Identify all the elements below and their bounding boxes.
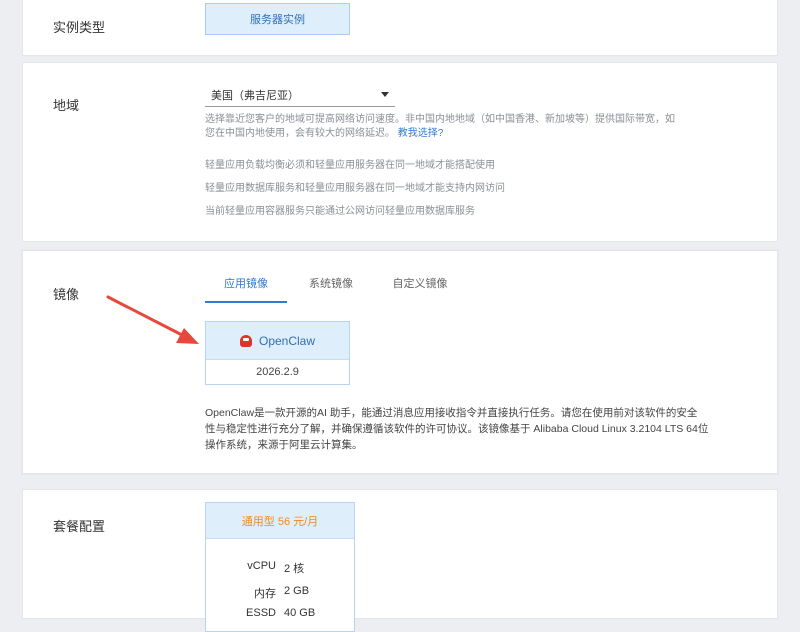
region-hint-load-balancer: 轻量应用负载均衡必须和轻量应用服务器在同一地域才能搭配使用 bbox=[205, 160, 495, 171]
instance-type-option-server[interactable]: 服务器实例 bbox=[205, 3, 350, 35]
region-hint-line-2-text: 您在中国内地使用，会有较大的网络延迟。 bbox=[205, 128, 395, 139]
spec-key: 内存 bbox=[254, 588, 276, 600]
spec-value: 2 核 bbox=[284, 563, 305, 575]
tab-app-image[interactable]: 应用镜像 bbox=[205, 273, 287, 303]
image-version-select[interactable]: 2026.2.9 bbox=[206, 360, 349, 384]
region-selected-value: 美国（弗吉尼亚） bbox=[211, 89, 299, 102]
image-card-header: OpenClaw bbox=[206, 322, 349, 360]
spec-key: ESSD bbox=[246, 607, 276, 619]
region-hint-line-2: 您在中国内地使用，会有较大的网络延迟。 教我选择? bbox=[205, 127, 775, 141]
region-label: 地域 bbox=[53, 98, 80, 113]
spec-row: 内存 2 GB bbox=[206, 585, 356, 601]
image-description-line-3: 操作系统，来源于阿里云计算集。 bbox=[205, 439, 363, 451]
spec-value: 2 GB bbox=[284, 585, 310, 597]
openclaw-logo-icon bbox=[239, 334, 252, 347]
tab-system-image[interactable]: 系统镜像 bbox=[305, 273, 357, 303]
region-hint-latency: 选择靠近您客户的地域可提高网络访问速度。非中国内地地域（如中国香港、新加坡等）提… bbox=[205, 113, 775, 141]
chevron-down-icon bbox=[381, 92, 389, 97]
tab-custom-image[interactable]: 自定义镜像 bbox=[389, 273, 451, 303]
region-section: 地域 美国（弗吉尼亚） 选择靠近您客户的地域可提高网络访问速度。非中国内地地域（… bbox=[22, 62, 778, 242]
package-label: 套餐配置 bbox=[53, 519, 106, 534]
spec-key: vCPU bbox=[247, 560, 276, 572]
spec-row: ESSD 40 GB bbox=[206, 607, 356, 619]
image-description-line-1: OpenClaw是一款开源的AI 助手，能通过消息应用接收指令并直接执行任务。请… bbox=[205, 407, 698, 419]
image-description-line-2: 性与稳定性进行充分了解，并确保遵循该软件的许可协议。该镜像基于 Alibaba … bbox=[205, 423, 709, 435]
package-card[interactable]: 通用型 56 元/月 vCPU 2 核 内存 2 GB ESSD 40 GB bbox=[205, 502, 355, 632]
image-card-name: OpenClaw bbox=[258, 333, 316, 348]
region-hint-database: 轻量应用数据库服务和轻量应用服务器在同一地域才能支持内网访问 bbox=[205, 183, 505, 194]
spec-row: vCPU 2 核 bbox=[206, 560, 356, 576]
instance-type-label: 实例类型 bbox=[53, 20, 106, 35]
region-hint-line-1: 选择靠近您客户的地域可提高网络访问速度。非中国内地地域（如中国香港、新加坡等）提… bbox=[205, 114, 675, 125]
package-name: 通用型 56 元/月 bbox=[206, 503, 354, 539]
region-hint-container: 当前轻量应用容器服务只能通过公网访问轻量应用数据库服务 bbox=[205, 206, 475, 217]
instance-type-section: 实例类型 服务器实例 bbox=[22, 0, 778, 56]
help-me-choose-link[interactable]: 教我选择? bbox=[398, 128, 444, 139]
openclaw-image-card[interactable]: OpenClaw 2026.2.9 bbox=[205, 321, 350, 385]
image-description: OpenClaw是一款开源的AI 助手，能通过消息应用接收指令并直接执行任务。请… bbox=[205, 405, 765, 453]
region-select[interactable]: 美国（弗吉尼亚） bbox=[205, 83, 395, 107]
image-label: 镜像 bbox=[53, 287, 80, 302]
spec-value: 40 GB bbox=[284, 607, 316, 619]
image-section: 镜像 应用镜像 系统镜像 自定义镜像 OpenClaw 2026.2.9 Ope… bbox=[22, 250, 778, 474]
